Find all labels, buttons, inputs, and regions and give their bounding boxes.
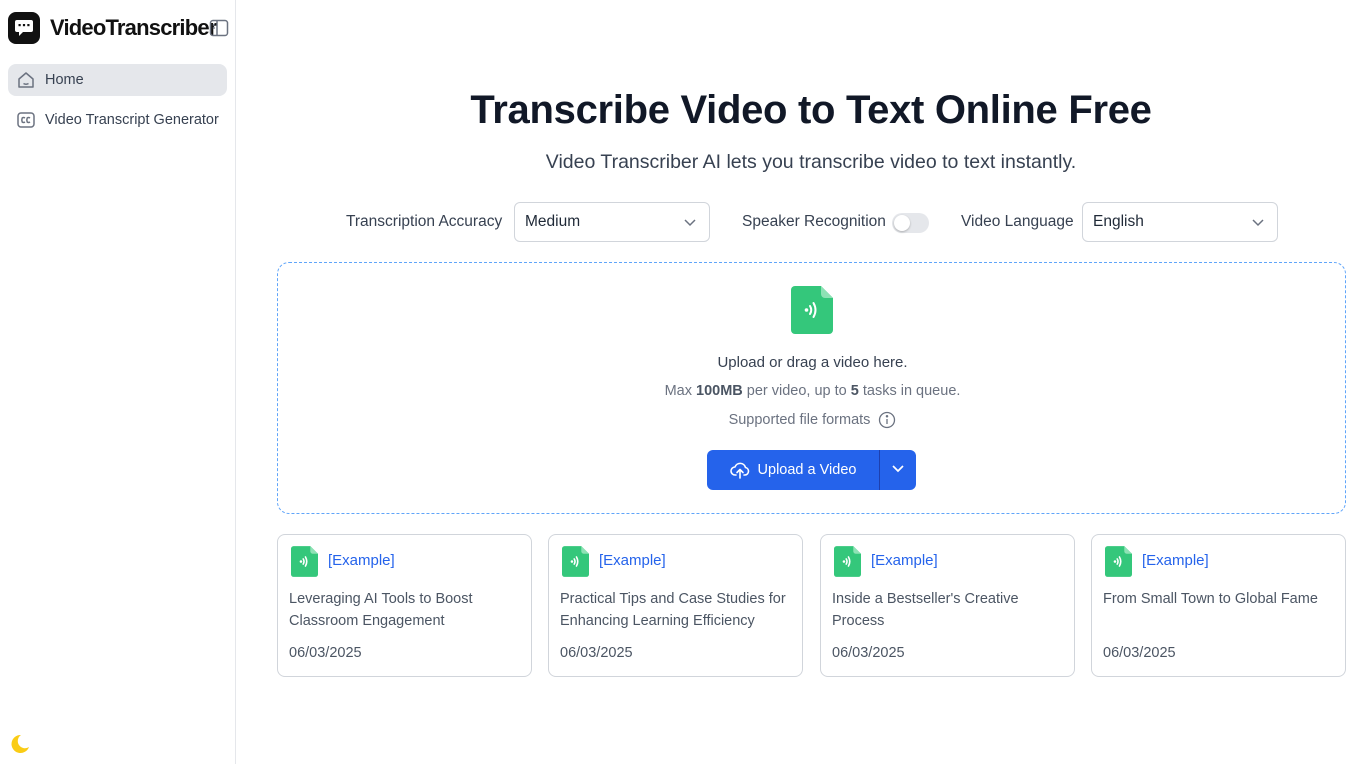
audio-file-icon	[791, 286, 833, 334]
example-title: Leveraging AI Tools to Boost Classroom E…	[289, 591, 473, 629]
chevron-down-icon	[1251, 215, 1265, 234]
example-cards: [Example] Leveraging AI Tools to Boost C…	[277, 534, 1347, 678]
example-tag: [Example]	[599, 552, 666, 569]
app-name: VideoTranscriber	[50, 15, 217, 40]
example-tag: [Example]	[871, 552, 938, 569]
sidebar-item-label: Home	[45, 72, 84, 88]
sidebar-collapse-icon[interactable]	[208, 18, 230, 38]
supported-formats: Supported file formats	[278, 411, 1347, 429]
upload-dropzone[interactable]: Upload or drag a video here. Max 100MB p…	[277, 262, 1346, 514]
cloud-upload-icon	[729, 461, 750, 479]
brand[interactable]: VideoTranscriber	[8, 12, 217, 44]
language-select[interactable]: English	[1082, 202, 1278, 242]
audio-file-icon	[1105, 546, 1132, 577]
supported-formats-label: Supported file formats	[728, 412, 871, 428]
example-card[interactable]: [Example] From Small Town to Global Fame…	[1091, 534, 1346, 677]
sidebar-item-home[interactable]: Home	[8, 64, 227, 96]
main-content: Transcribe Video to Text Online Free Vid…	[237, 0, 1360, 764]
audio-file-icon	[834, 546, 861, 577]
info-icon[interactable]	[878, 411, 896, 429]
accuracy-label: Transcription Accuracy	[346, 213, 503, 230]
closed-captions-icon	[16, 110, 36, 130]
upload-button-group: Upload a Video	[707, 450, 916, 490]
audio-file-icon	[562, 546, 589, 577]
audio-file-icon	[291, 546, 318, 577]
example-date: 06/03/2025	[832, 645, 905, 661]
example-title: Practical Tips and Case Studies for Enha…	[560, 591, 786, 629]
video-language-label: Video Language	[961, 213, 1074, 230]
accuracy-value: Medium	[525, 213, 581, 230]
example-tag: [Example]	[328, 552, 395, 569]
chevron-down-icon	[891, 461, 905, 480]
upload-button-label: Upload a Video	[757, 462, 857, 478]
home-icon	[16, 70, 36, 90]
upload-options-dropdown[interactable]	[879, 450, 916, 490]
example-date: 06/03/2025	[289, 645, 362, 661]
language-value: English	[1093, 213, 1144, 230]
toggle-knob	[894, 215, 910, 231]
sidebar-nav: Home Video Transcript Generator	[8, 64, 227, 144]
upload-video-button[interactable]: Upload a Video	[707, 450, 879, 490]
upload-prompt: Upload or drag a video here.	[717, 354, 908, 371]
speaker-recognition-toggle[interactable]	[892, 213, 929, 233]
example-title: From Small Town to Global Fame	[1103, 591, 1318, 607]
sidebar-item-label: Video Transcript Generator	[45, 112, 219, 128]
page-title: Transcribe Video to Text Online Free	[470, 88, 1152, 132]
upload-limits: Max 100MB per video, up to 5 tasks in qu…	[664, 383, 961, 399]
moon-icon[interactable]	[8, 732, 32, 756]
chat-logo-icon	[8, 12, 40, 44]
example-card[interactable]: [Example] Inside a Bestseller's Creative…	[820, 534, 1075, 677]
speaker-recognition-label: Speaker Recognition	[742, 213, 886, 230]
chevron-down-icon	[683, 215, 697, 234]
example-card[interactable]: [Example] Leveraging AI Tools to Boost C…	[277, 534, 532, 677]
sidebar: VideoTranscriber Home Video Transcript G…	[0, 0, 236, 764]
page-subtitle: Video Transcriber AI lets you transcribe…	[545, 151, 1077, 173]
example-date: 06/03/2025	[560, 645, 633, 661]
example-tag: [Example]	[1142, 552, 1209, 569]
example-date: 06/03/2025	[1103, 645, 1176, 661]
example-title: Inside a Bestseller's Creative Process	[832, 591, 1019, 629]
example-card[interactable]: [Example] Practical Tips and Case Studie…	[548, 534, 803, 677]
accuracy-select[interactable]: Medium	[514, 202, 710, 242]
sidebar-item-video-transcript-generator[interactable]: Video Transcript Generator	[8, 104, 227, 136]
transcription-options: Transcription Accuracy Medium Speaker Re…	[237, 202, 1360, 242]
